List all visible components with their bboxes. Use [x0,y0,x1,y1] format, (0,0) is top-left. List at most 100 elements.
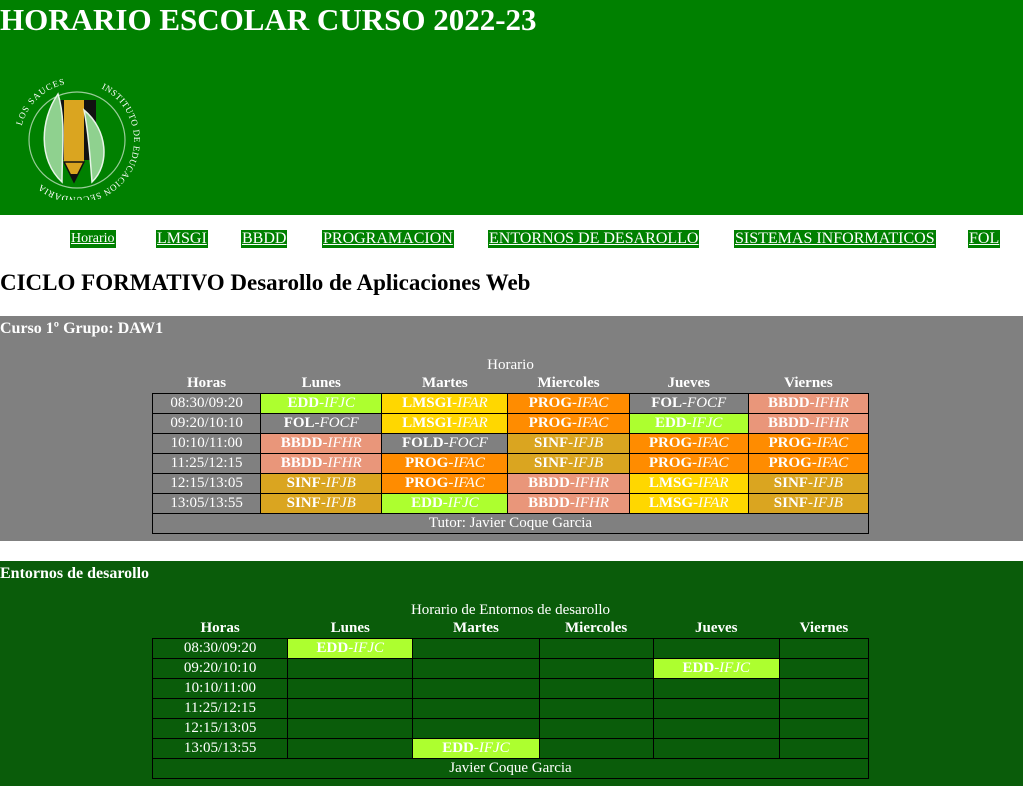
teacher-code: -FOCF [682,395,727,411]
table-row: 13:05/13:55 SINF-IFJB EDD-IFJC BBDD-IFHR LMS… [151,493,870,514]
footer-row: Javier Coque Garcia [152,758,869,779]
schedule-cell: EDD-IFJC [260,393,383,414]
schedule-cell [652,738,780,759]
time-cell: 10:10/11:00 [151,433,262,454]
subject-code: PROG [648,435,693,451]
time-cell: 13:05/13:55 [151,493,262,514]
schedule-cell: PROG-IFAC [507,393,630,414]
schedule-cell [778,638,870,659]
table-row: 12:15/13:05 [151,718,870,739]
table-row: 12:15/13:05 SINF-IFJB PROG-IFAC BBDD-IFHR LM… [151,473,870,494]
schedule-cell: BBDD-IFHR [747,393,870,414]
tutor-footer: Tutor: Javier Coque Garcia [152,513,869,534]
nav-link-horario[interactable]: Horario [70,230,116,248]
subject-code: EDD [316,640,349,656]
teacher-code: -FOCF [314,415,359,431]
time-cell: 09:20/10:10 [151,658,289,679]
teacher-code: -IFAC [811,435,849,451]
schedule-cell [287,658,414,679]
schedule-cell: BBDD-IFHR [260,433,383,454]
subject-code: PROG [648,455,693,471]
teacher-code: -IFAC [572,415,609,431]
schedule-cell: EDD-IFJC [412,738,540,759]
nav-link-sistemas[interactable]: SISTEMAS INFORMATICOS [734,230,936,248]
table-row: 10:10/11:00 [151,678,870,699]
table-caption: Horario [487,357,534,373]
teacher-code: -IFHR [809,415,849,431]
schedule-cell [538,718,654,739]
teacher-code: -IFAC [572,395,609,411]
schedule-cell: FOL-FOCF [260,413,383,434]
teacher-code: -IFJC [442,495,479,511]
table-row: 11:25/12:15 BBDD-IFHR PROG-IFAC SINF-IFJB PR… [151,453,870,474]
teacher-code: -IFJB [320,495,356,511]
subject-code: BBDD [528,495,570,511]
subject-code: BBDD [280,435,323,451]
schedule-cell: EDD-IFJC [287,638,414,659]
teacher-code: -IFAC [448,455,485,471]
teacher-code: -IFHR [322,435,362,451]
column-header: Horas [200,620,240,636]
header-row: Horas Lunes Martes Miercoles Jueves Viernes [153,619,869,639]
schedule-cell: SINF-IFJB [507,433,630,454]
schedule-cell: BBDD-IFHR [507,473,630,494]
column-header: Viernes [784,375,833,391]
table-row: 13:05/13:55 EDD-IFJC [151,738,870,759]
schedule-cell: LMSG-IFAR [628,473,749,494]
schedule-cell: SINF-IFJB [260,493,383,514]
time-cell: 13:05/13:55 [151,738,289,759]
teacher-code: -IFAR [452,415,488,431]
subject-code: EDD [287,395,320,411]
subject-code: SINF [533,435,569,451]
subject-code: FOL [283,415,315,431]
schedule-cell: PROG-IFAC [507,413,630,434]
schedule-cell [538,698,654,719]
footer-row: Tutor: Javier Coque Garcia [152,513,869,534]
schedule-cell: EDD-IFJC [628,413,749,434]
schedule-cell: BBDD-IFHR [747,413,870,434]
column-header: Jueves [695,620,738,636]
column-header: Martes [421,375,468,391]
schedule-cell [652,678,780,699]
nav-link-programacion[interactable]: PROGRAMACION [322,230,454,248]
column-header: Miercoles [537,375,600,391]
nav-link-entornos[interactable]: ENTORNOS DE DESAROLLO [488,230,700,248]
entornos-title: Entornos de desarollo [0,565,150,582]
table-row: 09:20/10:10 EDD-IFJC [151,658,870,679]
time-cell: 09:20/10:10 [151,413,262,434]
schedule-cell [412,638,540,659]
schedule-cell: PROG-IFAC [628,433,749,454]
subject-code: LMSGI [402,395,453,411]
time-cell: 12:15/13:05 [151,473,262,494]
teacher-code: -IFHR [809,395,849,411]
subject-code: FOL [651,395,683,411]
nav-link-lmsgi[interactable]: LMSGI [156,230,208,248]
teacher-code: -IFAC [692,455,729,471]
subject-code: SINF [773,475,808,491]
subject-code: BBDD [767,415,810,431]
teacher-code: -IFJB [807,475,843,491]
main-nav: Horario LMSGI BBDD PROGRAMACION ENTORNOS… [0,215,1023,263]
schedule-cell [412,698,540,719]
schedule-cell: LMSGI-IFAR [381,393,509,414]
teacher-code: -IFHR [569,475,609,491]
subject-code: PROG [528,395,573,411]
school-logo: LOS SAUCES INSTITUTO DE EDUCACION SECUND… [14,76,141,200]
entornos-schedule-table: Horario de Entornos de desarollo Horas Lun… [151,601,870,779]
time-cell: 10:10/11:00 [151,678,289,699]
time-cell: 08:30/09:20 [151,393,262,414]
teacher-code: -IFJC [348,640,385,656]
schedule-cell [287,678,414,699]
teacher-code: -IFJC [714,660,751,676]
subject-code: SINF [286,495,321,511]
schedule-cell [412,658,540,679]
schedule-cell: PROG-IFAC [747,453,870,474]
ciclo-heading: CICLO FORMATIVO Desarollo de Aplicacione… [0,270,531,295]
nav-link-bbdd[interactable]: BBDD [241,230,288,248]
teacher-code: -IFAR [693,475,729,491]
nav-link-fol[interactable]: FOL [968,230,1001,248]
schedule-cell: SINF-IFJB [747,473,870,494]
grupo-schedule-table: Horario Horas Lunes Martes Miercoles Jueves Vi… [151,356,870,534]
teacher-code: -IFJB [568,435,604,451]
subject-code: PROG [768,435,812,451]
